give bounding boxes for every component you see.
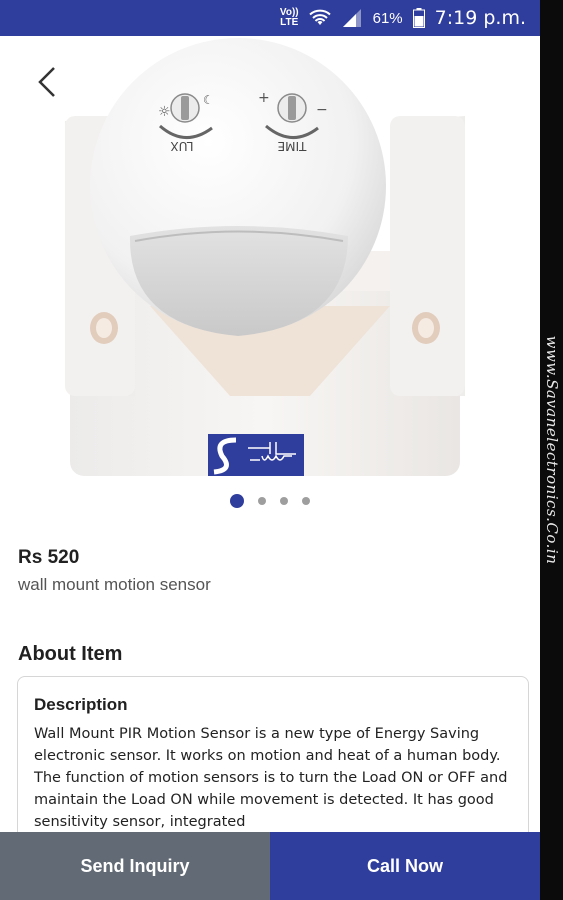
- time-label: TIME: [278, 139, 308, 153]
- clock: 7:19 p.m.: [434, 7, 526, 29]
- brand-logo: [208, 434, 304, 476]
- carousel-dot[interactable]: [302, 497, 310, 505]
- about-section-title: About Item: [18, 643, 123, 665]
- call-now-button[interactable]: Call Now: [270, 832, 540, 900]
- chevron-left-icon: [38, 67, 55, 97]
- svg-text:☾: ☾: [203, 93, 214, 107]
- carousel-indicator: [0, 494, 540, 508]
- svg-text:+: +: [258, 90, 270, 106]
- product-price: Rs 520: [18, 547, 80, 568]
- svg-text:−: −: [316, 102, 328, 118]
- product-name: wall mount motion sensor: [18, 575, 211, 594]
- app-screen: Vo)) LTE 61% 7:19 p.m. LUX TIME ☼ ☾ + − …: [0, 0, 540, 900]
- send-inquiry-button[interactable]: Send Inquiry: [0, 832, 270, 900]
- product-image: LUX TIME ☼ ☾ + −: [65, 38, 465, 476]
- carousel-dot[interactable]: [280, 497, 288, 505]
- lte-label: LTE: [280, 17, 299, 28]
- volte-indicator: Vo)) LTE: [280, 8, 299, 28]
- description-text: Wall Mount PIR Motion Sensor is a new ty…: [34, 726, 508, 830]
- lux-label: LUX: [170, 139, 193, 153]
- battery-percent: 61%: [372, 9, 403, 27]
- battery-icon: [412, 8, 425, 28]
- carousel-dot[interactable]: [258, 497, 266, 505]
- svg-text:☼: ☼: [158, 104, 171, 120]
- watermark-text: www.Savanelectronics.Co.in: [542, 335, 561, 565]
- back-button[interactable]: [30, 64, 66, 100]
- product-image-carousel[interactable]: LUX TIME ☼ ☾ + −: [0, 36, 540, 476]
- bottom-action-bar: Send Inquiry Call Now: [0, 832, 540, 900]
- wifi-icon: [308, 9, 331, 25]
- carousel-dot-active[interactable]: [230, 494, 244, 508]
- signal-icon: [342, 9, 361, 27]
- status-bar: Vo)) LTE 61% 7:19 p.m.: [0, 0, 540, 36]
- description-title: Description: [34, 695, 128, 714]
- watermark-strip: www.Savanelectronics.Co.in: [540, 0, 563, 900]
